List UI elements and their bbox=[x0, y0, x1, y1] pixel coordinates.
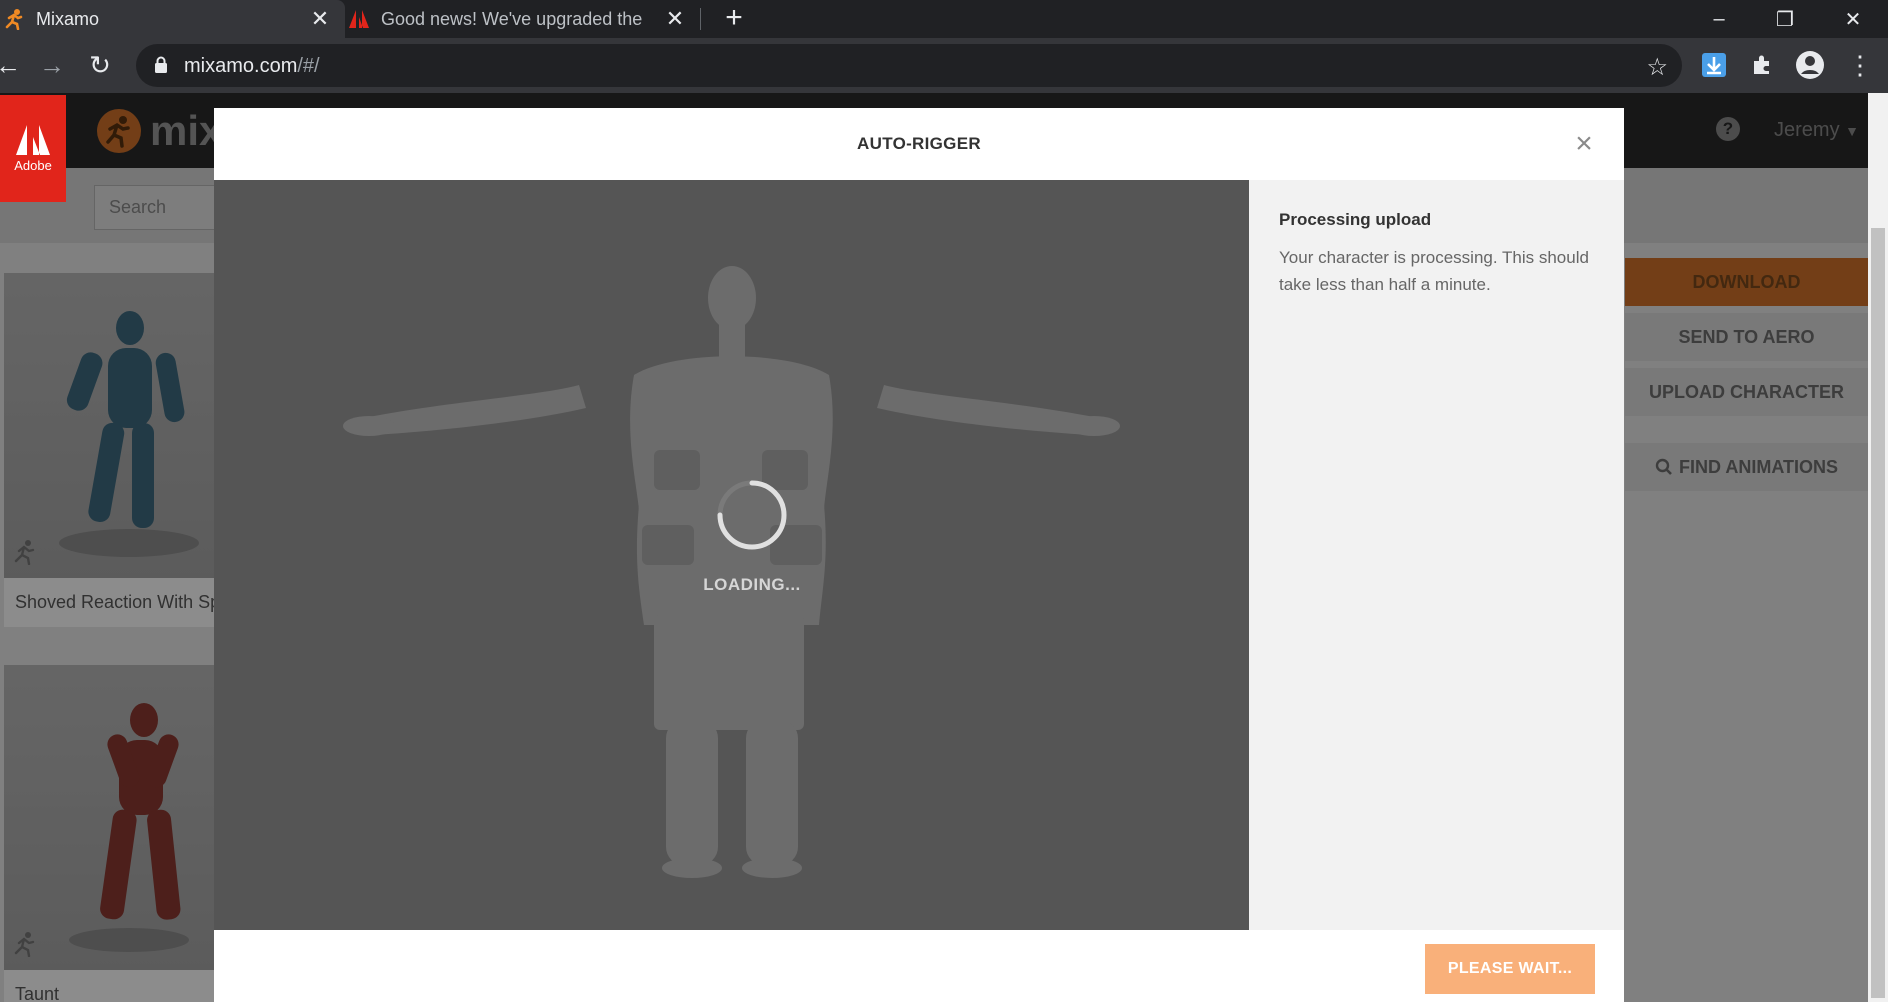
tab-mixamo[interactable]: Mixamo ✕ bbox=[0, 0, 345, 38]
close-tab-icon[interactable]: ✕ bbox=[662, 6, 688, 32]
scrollbar-thumb[interactable] bbox=[1871, 228, 1885, 998]
bookmark-star-icon[interactable]: ☆ bbox=[1646, 53, 1668, 82]
processing-message: Your character is processing. This shoul… bbox=[1279, 248, 1589, 294]
new-tab-plus-icon[interactable]: + bbox=[718, 1, 750, 34]
extensions-puzzle-icon[interactable] bbox=[1746, 49, 1778, 81]
character-viewport[interactable]: LOADING... bbox=[214, 180, 1249, 930]
reload-icon[interactable]: ↻ bbox=[82, 47, 118, 83]
browser-menu-icon[interactable]: ⋮ bbox=[1844, 49, 1876, 81]
adobe-logo-icon bbox=[347, 7, 371, 31]
processing-info-panel: Processing upload Your character is proc… bbox=[1249, 180, 1624, 930]
tab-title: Good news! We've upgraded the bbox=[381, 8, 643, 29]
close-icon[interactable]: × bbox=[1570, 127, 1598, 160]
processing-title: Processing upload bbox=[1279, 210, 1432, 229]
mixamo-runner-icon bbox=[2, 7, 26, 31]
browser-tabstrip: Mixamo ✕ Good news! We've upgraded the ✕… bbox=[0, 0, 1888, 38]
download-extension-icon[interactable] bbox=[1698, 49, 1730, 81]
close-window-icon[interactable]: ✕ bbox=[1820, 0, 1886, 38]
adobe-brand-tab[interactable]: Adobe bbox=[0, 95, 66, 202]
please-wait-button[interactable]: PLEASE WAIT... bbox=[1425, 944, 1595, 994]
address-bar[interactable]: mixamo.com/#/ ☆ bbox=[136, 44, 1682, 87]
loading-spinner-icon bbox=[717, 480, 787, 550]
forward-arrow-icon[interactable]: → bbox=[34, 47, 70, 83]
profile-avatar-icon[interactable] bbox=[1794, 49, 1826, 81]
back-arrow-icon[interactable]: ← bbox=[0, 47, 26, 83]
adobe-logo-icon bbox=[16, 125, 50, 155]
modal-footer: PLEASE WAIT... bbox=[214, 930, 1624, 1002]
minimize-icon[interactable]: – bbox=[1686, 0, 1752, 38]
tab-title: Mixamo bbox=[36, 8, 100, 29]
restore-window-icon[interactable]: ❐ bbox=[1752, 0, 1818, 38]
tab-separator bbox=[700, 8, 701, 30]
close-tab-icon[interactable]: ✕ bbox=[307, 6, 333, 32]
modal-title: AUTO-RIGGER bbox=[857, 134, 981, 153]
loading-text: LOADING... bbox=[703, 575, 801, 594]
browser-toolbar: ← → ↻ mixamo.com/#/ ☆ ⋮ bbox=[0, 38, 1888, 93]
tab-adobe-news[interactable]: Good news! We've upgraded the ✕ bbox=[345, 0, 700, 38]
lock-icon bbox=[154, 56, 168, 79]
auto-rigger-modal: AUTO-RIGGER × LOADING... Processing uplo… bbox=[214, 108, 1624, 1002]
page-scrollbar[interactable] bbox=[1868, 93, 1888, 1002]
loading-indicator: LOADING... bbox=[662, 465, 842, 594]
adobe-label: Adobe bbox=[14, 158, 52, 173]
url-text: mixamo.com/#/ bbox=[184, 55, 320, 77]
